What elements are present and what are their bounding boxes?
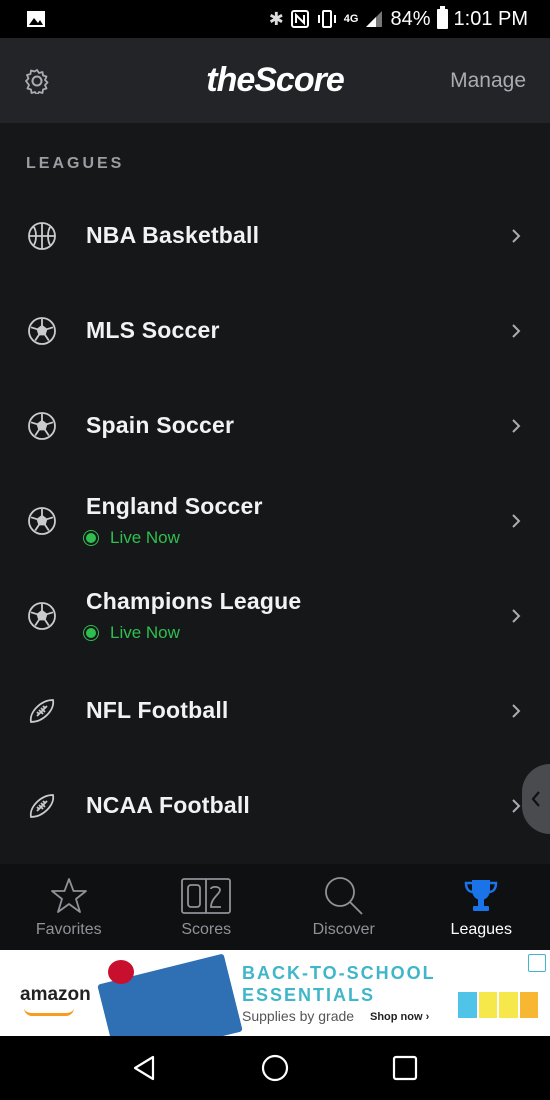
chevron-right-icon: [506, 416, 526, 436]
tab-discover[interactable]: Discover: [275, 864, 413, 950]
tab-leagues[interactable]: Leagues: [413, 864, 550, 950]
status-right: ✱ 4G 84% 1:01 PM: [268, 6, 528, 31]
network-type-label: 4G: [343, 13, 359, 25]
league-name: Spain Soccer: [86, 412, 235, 438]
soccer-ball-icon: [26, 600, 58, 632]
clock: 1:01 PM: [453, 7, 528, 30]
battery-percent: 84%: [390, 7, 431, 30]
league-name: NFL Football: [86, 697, 229, 723]
league-name: Champions League: [86, 588, 302, 614]
soccer-ball-icon: [26, 315, 58, 347]
search-icon: [323, 875, 365, 917]
league-list: NBA Basketball MLS Soccer Spain Soccer E…: [0, 188, 550, 853]
live-dot-icon: [86, 628, 96, 638]
ad-headline-line2: ESSENTIALS: [242, 985, 376, 1005]
chevron-right-icon: [506, 321, 526, 341]
live-dot-icon: [86, 533, 96, 543]
ad-cta-link[interactable]: Shop now ›: [370, 1011, 429, 1023]
league-item-england-soccer[interactable]: England Soccer Live Now: [0, 473, 550, 568]
live-label: Live Now: [110, 528, 180, 547]
league-text: MLS Soccer: [86, 317, 506, 344]
home-icon[interactable]: [260, 1053, 290, 1083]
league-item-spain-soccer[interactable]: Spain Soccer: [0, 378, 550, 473]
bottom-navigation: Favorites Scores Discover Leagues: [0, 864, 550, 950]
system-navigation-bar: [0, 1036, 550, 1100]
star-icon: [49, 875, 89, 917]
live-indicator: Live Now: [86, 528, 506, 548]
league-text: Champions League Live Now: [86, 588, 506, 643]
league-text: Spain Soccer: [86, 412, 506, 439]
signal-icon: [366, 11, 383, 27]
chevron-right-icon: [506, 701, 526, 721]
ad-banner[interactable]: amazon BACK-TO-SCHOOL ESSENTIALS Supplie…: [0, 950, 550, 1036]
league-name: England Soccer: [86, 493, 263, 519]
league-item-ncaa-football[interactable]: NCAA Football: [0, 758, 550, 853]
tab-label: Discover: [312, 921, 375, 938]
status-bar: ✱ 4G 84% 1:01 PM: [0, 0, 550, 38]
league-item-champions-league[interactable]: Champions League Live Now: [0, 568, 550, 663]
league-name: MLS Soccer: [86, 317, 220, 343]
soccer-ball-icon: [26, 505, 58, 537]
recents-icon[interactable]: [391, 1054, 419, 1082]
scoreboard-icon: [180, 875, 232, 917]
league-item-nba-basketball[interactable]: NBA Basketball: [0, 188, 550, 283]
back-icon[interactable]: [131, 1054, 159, 1082]
live-label: Live Now: [110, 623, 180, 642]
tab-scores[interactable]: Scores: [138, 864, 276, 950]
league-text: NBA Basketball: [86, 222, 506, 249]
tab-label: Scores: [181, 921, 232, 938]
apple-image: [108, 960, 134, 984]
league-text: NCAA Football: [86, 792, 506, 819]
ad-headline-line1: BACK-TO-SCHOOL: [242, 963, 436, 983]
manage-button[interactable]: Manage: [450, 69, 526, 93]
chevron-left-icon: [531, 791, 540, 807]
gallery-notification-icon: [27, 11, 45, 27]
settings-gear-icon[interactable]: [24, 68, 50, 94]
status-left: [26, 10, 46, 28]
league-text: NFL Football: [86, 697, 506, 724]
ad-subtext: Supplies by grade: [242, 1008, 355, 1024]
soccer-ball-icon: [26, 410, 58, 442]
tab-label: Leagues: [450, 921, 512, 938]
basketball-icon: [26, 220, 58, 252]
chevron-right-icon: [506, 511, 526, 531]
nfc-icon: [290, 10, 309, 28]
ad-brand: amazon: [20, 984, 91, 1005]
chevron-right-icon: [506, 226, 526, 246]
trophy-icon: [462, 875, 500, 917]
ad-headline: BACK-TO-SCHOOL ESSENTIALS: [242, 962, 436, 1006]
league-item-mls-soccer[interactable]: MLS Soccer: [0, 283, 550, 378]
tab-label: Favorites: [35, 921, 102, 938]
chevron-right-icon: [506, 606, 526, 626]
bluetooth-icon: ✱: [268, 8, 284, 30]
section-title: LEAGUES: [26, 155, 125, 172]
league-name: NBA Basketball: [86, 222, 260, 248]
sticky-notes-image: [458, 992, 538, 1018]
league-name: NCAA Football: [86, 792, 251, 818]
tab-favorites[interactable]: Favorites: [0, 864, 138, 950]
battery-icon: [436, 6, 448, 29]
league-text: England Soccer Live Now: [86, 493, 506, 548]
football-icon: [26, 695, 58, 727]
ad-choices-icon[interactable]: [528, 954, 546, 972]
live-indicator: Live Now: [86, 623, 506, 643]
vibrate-icon: [317, 10, 336, 28]
amazon-smile-logo: [24, 1008, 74, 1016]
football-icon: [26, 790, 58, 822]
app-header: theScore Manage: [0, 38, 550, 123]
league-item-nfl-football[interactable]: NFL Football: [0, 663, 550, 758]
app-logo: theScore: [206, 61, 344, 99]
